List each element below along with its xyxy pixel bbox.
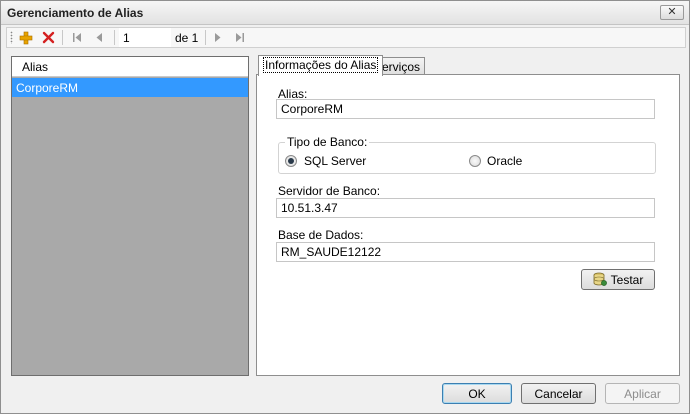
apply-button-label: Aplicar — [624, 386, 661, 401]
database-label: Base de Dados: — [278, 228, 364, 242]
test-connection-button[interactable]: Testar — [581, 269, 655, 290]
tab-alias-info[interactable]: Informações do Alias — [258, 55, 384, 76]
toolbar-separator — [205, 30, 206, 45]
toolbar-separator — [62, 30, 63, 45]
cancel-button-label: Cancelar — [534, 386, 583, 401]
tab-alias-info-label: Informações do Alias — [263, 57, 379, 73]
apply-button[interactable]: Aplicar — [605, 383, 680, 404]
delete-button[interactable] — [39, 29, 57, 46]
toolbar-grip[interactable] — [10, 31, 13, 44]
title-bar: Gerenciamento de Alias ✕ — [1, 1, 689, 25]
alias-info-panel: Alias: Tipo de Banco: SQL Server Oracle … — [256, 74, 680, 376]
window-title: Gerenciamento de Alias — [7, 6, 144, 20]
add-button[interactable] — [17, 29, 35, 46]
previous-page-icon — [96, 33, 102, 42]
database-test-icon — [593, 272, 607, 286]
ok-button[interactable]: OK — [442, 383, 512, 404]
list-item[interactable]: CorporeRM — [12, 78, 248, 97]
navigation-toolbar: de 1 — [6, 27, 686, 48]
last-page-icon — [236, 33, 244, 42]
previous-page-button[interactable] — [90, 29, 108, 46]
add-icon — [19, 31, 33, 44]
alias-field[interactable] — [276, 99, 655, 119]
alias-list[interactable]: Alias CorporeRM — [11, 56, 249, 376]
alias-management-window: Gerenciamento de Alias ✕ 1 de 1 Alias Co… — [0, 0, 690, 414]
close-button[interactable]: ✕ — [660, 5, 684, 20]
cancel-button[interactable]: Cancelar — [521, 383, 596, 404]
test-button-label: Testar — [610, 272, 644, 287]
last-page-button[interactable] — [231, 29, 249, 46]
toolbar-separator — [114, 30, 115, 45]
database-type-label: Tipo de Banco: — [285, 135, 370, 149]
close-icon: ✕ — [667, 6, 677, 18]
oracle-label[interactable]: Oracle — [487, 154, 522, 168]
next-page-button[interactable] — [209, 29, 227, 46]
page-count-label: de 1 — [175, 31, 199, 45]
sql-server-radio[interactable] — [285, 155, 297, 167]
alias-column-header[interactable]: Alias — [12, 57, 248, 77]
page-number-input[interactable] — [119, 28, 171, 47]
sql-server-label[interactable]: SQL Server — [304, 154, 366, 168]
database-type-group: Tipo de Banco: SQL Server Oracle — [278, 135, 656, 174]
server-label: Servidor de Banco: — [278, 184, 381, 198]
ok-button-label: OK — [468, 386, 486, 401]
first-page-icon — [73, 33, 81, 42]
next-page-icon — [215, 33, 221, 42]
database-field[interactable] — [276, 242, 655, 262]
first-page-button[interactable] — [68, 29, 86, 46]
delete-icon — [42, 31, 54, 44]
oracle-radio[interactable] — [469, 155, 481, 167]
server-field[interactable] — [276, 198, 655, 218]
